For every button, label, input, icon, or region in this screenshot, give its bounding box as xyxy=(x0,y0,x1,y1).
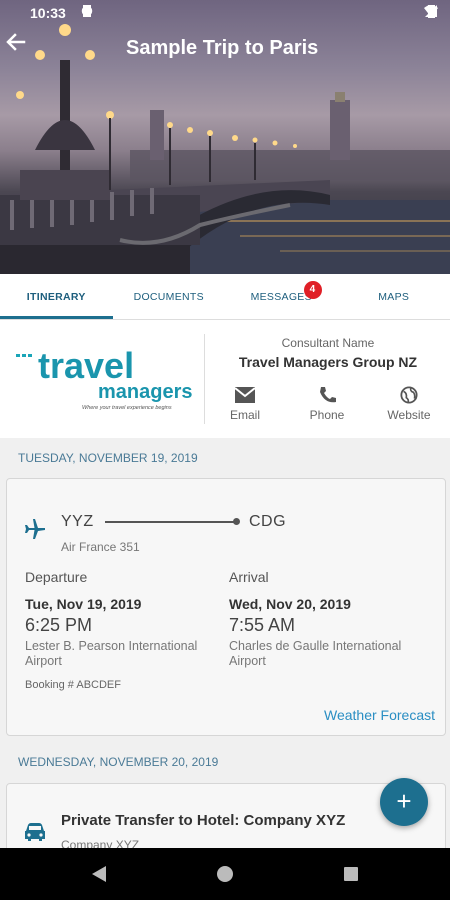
departure-label: Departure xyxy=(25,569,88,585)
page-title: Sample Trip to Paris xyxy=(126,37,319,59)
tab-label: MESSAGES xyxy=(250,291,312,303)
email-icon xyxy=(234,387,256,403)
add-button[interactable]: + xyxy=(380,778,428,826)
phone-label: Phone xyxy=(309,408,345,422)
tab-maps[interactable]: MAPS xyxy=(338,274,450,319)
departure-date: Tue, Nov 19, 2019 xyxy=(25,596,142,612)
route-dot xyxy=(233,518,240,525)
status-time: 10:33 xyxy=(30,5,66,21)
consultant-panel: travel managers Where your travel experi… xyxy=(0,320,450,438)
booking-reference: Booking # ABCDEF xyxy=(25,679,121,691)
arrival-airport: Charles de Gaulle International Airport xyxy=(229,639,402,668)
origin-code: YYZ xyxy=(61,513,94,530)
tab-messages[interactable]: MESSAGES 4 xyxy=(225,274,338,319)
consultant-label: Consultant Name xyxy=(281,336,375,350)
status-bar: 10:33 xyxy=(0,0,450,28)
tab-documents[interactable]: DOCUMENTS xyxy=(113,274,226,319)
messages-badge: 4 xyxy=(303,281,322,299)
nav-back-icon[interactable] xyxy=(90,864,108,884)
logo-text-managers: managers xyxy=(98,381,193,403)
destination-code: CDG xyxy=(249,513,287,530)
tab-bar: ITINERARY DOCUMENTS MESSAGES 4 MAPS xyxy=(0,274,450,320)
battery-icon xyxy=(428,5,435,18)
arrival-time: 7:55 AM xyxy=(229,615,296,635)
consultant-name: Travel Managers Group NZ xyxy=(238,354,418,370)
email-label: Email xyxy=(229,408,260,422)
logo-text-travel: travel xyxy=(38,345,134,386)
day-header: WEDNESDAY, NOVEMBER 20, 2019 xyxy=(18,755,219,769)
flight-number: Air France 351 xyxy=(61,540,140,554)
car-icon xyxy=(25,823,45,841)
phone-button[interactable]: Phone xyxy=(294,386,360,422)
email-button[interactable]: Email xyxy=(212,386,278,422)
day-header: TUESDAY, NOVEMBER 19, 2019 xyxy=(18,451,198,465)
route-line xyxy=(105,521,235,523)
departure-time: 6:25 PM xyxy=(25,615,93,635)
back-arrow-icon[interactable] xyxy=(0,28,30,58)
tab-label: MAPS xyxy=(378,291,410,303)
logo-tagline: Where your travel experience begins xyxy=(82,405,172,411)
website-button[interactable]: Website xyxy=(376,386,442,422)
weather-forecast-link[interactable]: Weather Forecast xyxy=(324,707,435,723)
tab-label: DOCUMENTS xyxy=(133,291,204,303)
transfer-title: Private Transfer to Hotel: Company XYZ xyxy=(61,812,346,829)
top-app-bar: Sample Trip to Paris xyxy=(0,28,450,68)
nav-recents-icon[interactable] xyxy=(342,864,360,884)
tab-itinerary[interactable]: ITINERARY xyxy=(0,274,113,319)
arrival-label: Arrival xyxy=(229,569,269,585)
nav-home-icon[interactable] xyxy=(216,864,234,884)
flight-card[interactable]: YYZ CDG Air France 351 Departure Arrival… xyxy=(6,478,446,736)
phone-icon xyxy=(320,387,336,403)
globe-icon xyxy=(400,386,418,404)
departure-airport: Lester B. Pearson International Airport xyxy=(25,639,198,668)
system-nav-bar xyxy=(0,848,450,900)
hero-image: 10:33 Sample Trip to Paris xyxy=(0,0,450,274)
sd-card-icon xyxy=(83,5,91,17)
travel-managers-logo: travel managers Where your travel experi… xyxy=(12,342,198,414)
website-label: Website xyxy=(387,408,431,422)
airplane-icon xyxy=(25,519,45,539)
tab-label: ITINERARY xyxy=(26,291,86,303)
divider xyxy=(204,334,205,424)
arrival-date: Wed, Nov 20, 2019 xyxy=(229,596,351,612)
